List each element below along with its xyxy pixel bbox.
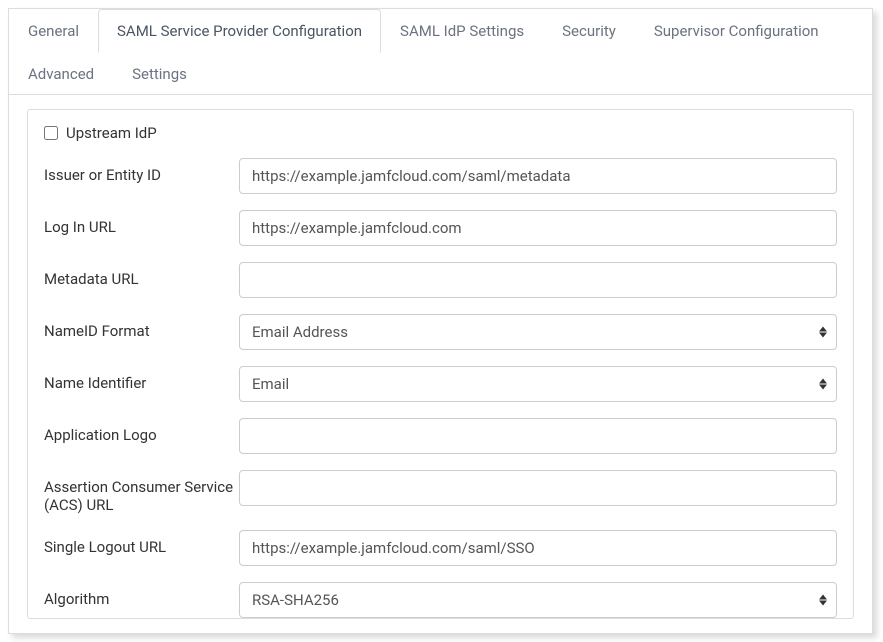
acs-url-input[interactable] [239, 470, 837, 506]
issuer-input[interactable] [239, 158, 837, 194]
tab-saml-idp-settings[interactable]: SAML IdP Settings [381, 9, 543, 53]
slo-url-row: Single Logout URL [44, 530, 837, 566]
tab-settings[interactable]: Settings [113, 52, 206, 95]
tab-supervisor-config[interactable]: Supervisor Configuration [635, 9, 838, 53]
app-logo-row: Application Logo [44, 418, 837, 454]
nameid-format-row: NameID Format Email Address [44, 314, 837, 350]
name-identifier-select[interactable]: Email [239, 366, 837, 402]
algorithm-select[interactable]: RSA-SHA256 [239, 582, 837, 618]
app-logo-label: Application Logo [44, 418, 239, 444]
metadata-url-input[interactable] [239, 262, 837, 298]
upstream-idp-label: Upstream IdP [66, 124, 157, 142]
login-url-label: Log In URL [44, 210, 239, 236]
tab-bar: General SAML Service Provider Configurat… [9, 9, 872, 95]
slo-url-label: Single Logout URL [44, 530, 239, 556]
config-panel: General SAML Service Provider Configurat… [8, 8, 873, 634]
nameid-format-label: NameID Format [44, 314, 239, 340]
login-url-row: Log In URL [44, 210, 837, 246]
login-url-input[interactable] [239, 210, 837, 246]
algorithm-row: Algorithm RSA-SHA256 [44, 582, 837, 618]
issuer-label: Issuer or Entity ID [44, 158, 239, 184]
name-identifier-row: Name Identifier Email [44, 366, 837, 402]
upstream-idp-checkbox[interactable] [44, 126, 58, 140]
app-logo-input[interactable] [239, 418, 837, 454]
nameid-format-select[interactable]: Email Address [239, 314, 837, 350]
metadata-url-row: Metadata URL [44, 262, 837, 298]
slo-url-input[interactable] [239, 530, 837, 566]
name-identifier-label: Name Identifier [44, 366, 239, 392]
metadata-url-label: Metadata URL [44, 262, 239, 288]
acs-url-label: Assertion Consumer Service (ACS) URL [44, 470, 239, 514]
tab-security[interactable]: Security [543, 9, 635, 53]
upstream-idp-row: Upstream IdP [44, 124, 837, 142]
algorithm-label: Algorithm [44, 582, 239, 608]
tab-saml-sp-config[interactable]: SAML Service Provider Configuration [98, 9, 381, 53]
acs-url-row: Assertion Consumer Service (ACS) URL [44, 470, 837, 514]
issuer-row: Issuer or Entity ID [44, 158, 837, 194]
form-panel: Upstream IdP Issuer or Entity ID Log In … [27, 109, 854, 619]
tab-general[interactable]: General [9, 9, 98, 53]
tab-advanced[interactable]: Advanced [9, 52, 113, 95]
